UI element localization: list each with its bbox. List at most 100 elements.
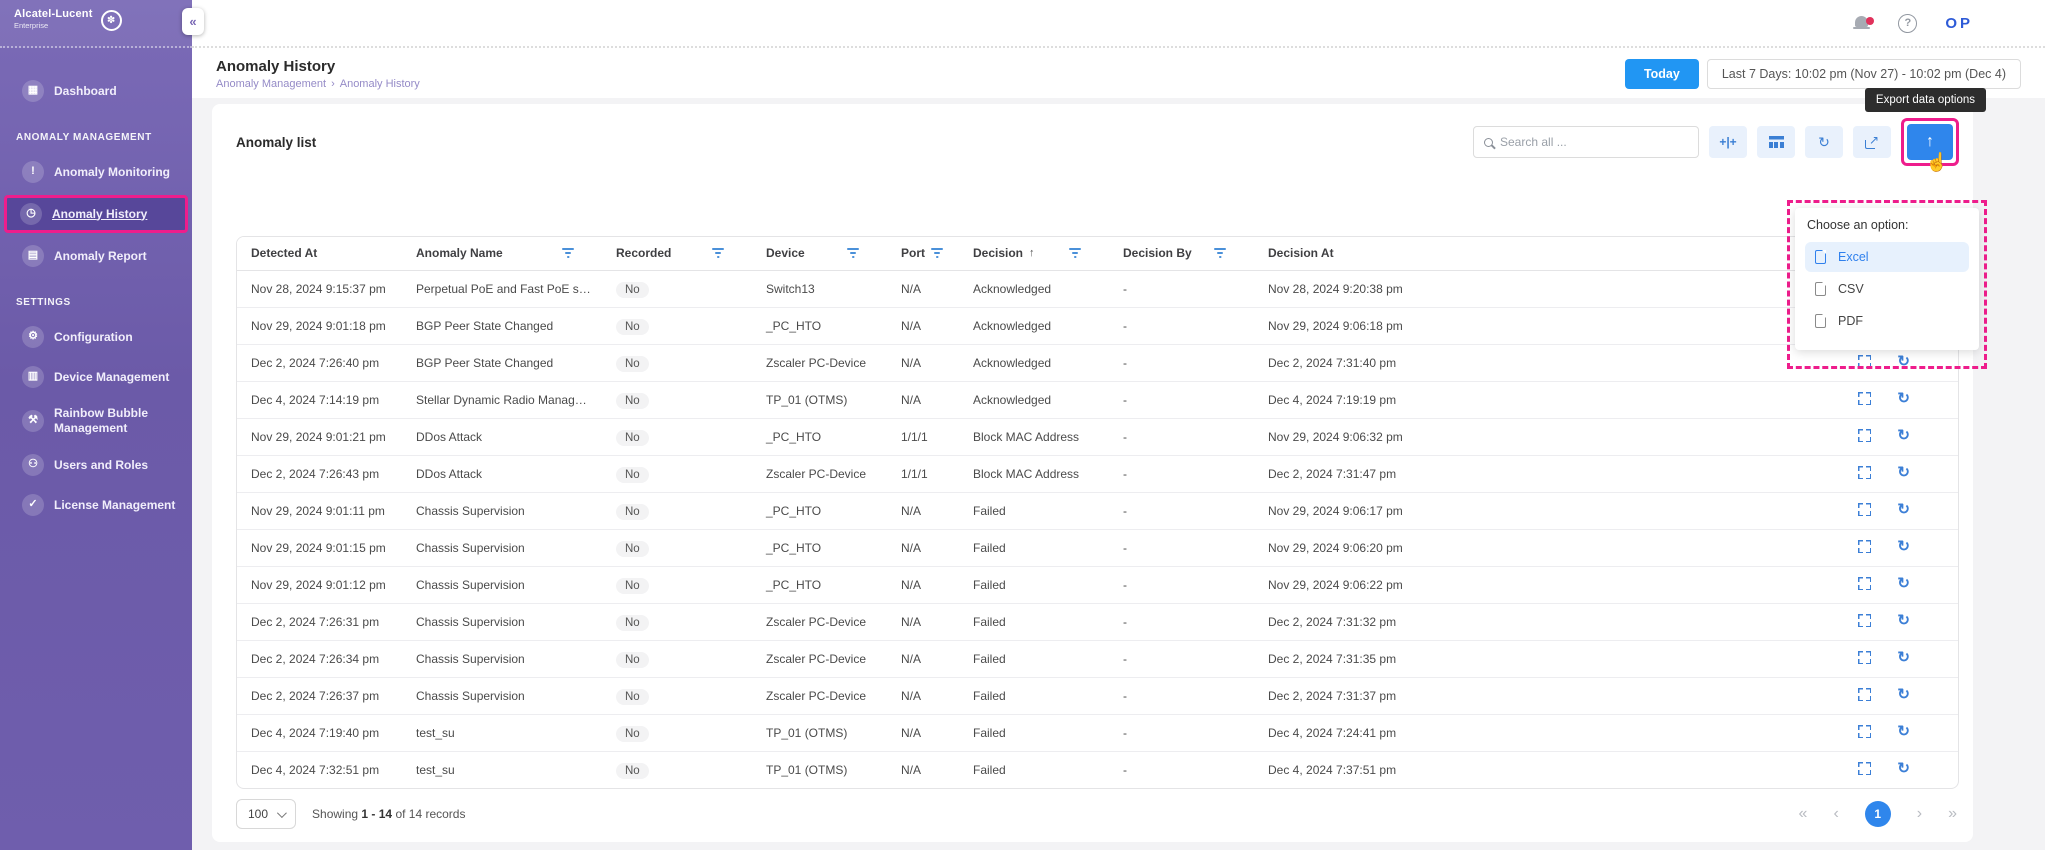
chevron-down-icon	[276, 807, 287, 818]
cell-recorded: No	[602, 529, 752, 567]
open-fullscreen-button[interactable]	[1853, 126, 1891, 158]
sidebar-item[interactable]: ✓ License Management	[6, 486, 186, 524]
expand-row-icon[interactable]	[1858, 688, 1872, 701]
cell-recorded: No	[602, 381, 752, 419]
sidebar-item[interactable]: ▥ Device Management	[6, 358, 186, 396]
sidebar-item[interactable]: ⚇ Users and Roles	[6, 446, 186, 484]
sidebar-item-label: Configuration	[54, 329, 133, 344]
fit-columns-button[interactable]: +|+	[1709, 126, 1747, 158]
recorded-badge: No	[616, 651, 649, 668]
export-dropdown-highlight: Choose an option: Excel CSV PDF	[1787, 200, 1987, 369]
replay-row-icon[interactable]: ↻	[1897, 724, 1910, 739]
recorded-badge: No	[616, 725, 649, 742]
filter-icon[interactable]	[712, 248, 724, 259]
pdf-file-icon	[1815, 314, 1826, 328]
expand-row-icon[interactable]	[1858, 540, 1872, 553]
cell-device: _PC_HTO	[752, 418, 887, 456]
sidebar-item[interactable]: ⚒ Rainbow Bubble Management	[6, 398, 186, 444]
cell-port: N/A	[887, 381, 959, 419]
sidebar-collapse-button[interactable]: «	[182, 8, 204, 35]
replay-row-icon[interactable]: ↻	[1897, 502, 1910, 517]
search-icon	[1484, 137, 1493, 147]
today-button[interactable]: Today	[1624, 59, 1699, 89]
cell-device: Zscaler PC-Device	[752, 344, 887, 382]
replay-row-icon[interactable]: ↻	[1897, 687, 1910, 702]
search-input[interactable]	[1500, 135, 1688, 149]
filter-icon[interactable]	[847, 248, 859, 259]
column-header[interactable]: Decision At ↑	[1254, 237, 1504, 271]
cell-actions: ↻	[1504, 640, 1958, 678]
cell-recorded: No	[602, 344, 752, 382]
cell-detected-at: Dec 4, 2024 7:32:51 pm	[251, 762, 380, 777]
expand-row-icon[interactable]	[1858, 429, 1872, 442]
export-dropdown: Choose an option: Excel CSV PDF	[1795, 208, 1979, 350]
export-option[interactable]: CSV	[1805, 274, 1969, 304]
cell-decision: Block MAC Address	[959, 418, 1109, 456]
cell-recorded: No	[602, 640, 752, 678]
expand-row-icon[interactable]	[1858, 392, 1872, 405]
expand-row-icon[interactable]	[1858, 577, 1872, 590]
refresh-button[interactable]: ↻	[1805, 126, 1843, 158]
replay-row-icon[interactable]: ↻	[1897, 613, 1910, 628]
user-avatar[interactable]: OP	[1945, 15, 1973, 32]
sidebar-item[interactable]: ⚙ Configuration	[6, 318, 186, 356]
sidebar-item[interactable]: ◷ Anomaly History	[4, 195, 188, 233]
filter-icon[interactable]	[1214, 248, 1226, 259]
help-icon[interactable]: ?	[1898, 13, 1918, 33]
replay-row-icon[interactable]: ↻	[1897, 465, 1910, 480]
sidebar-item-label: Anomaly Report	[54, 248, 147, 263]
last-page-button[interactable]: »	[1948, 805, 1957, 823]
export-tooltip: Export data options	[1864, 88, 1986, 112]
page-size-select[interactable]: 100	[236, 799, 297, 829]
filter-icon[interactable]	[931, 248, 943, 259]
column-header[interactable]: Decision ↑	[959, 237, 1109, 271]
expand-row-icon[interactable]	[1858, 725, 1872, 738]
expand-row-icon[interactable]	[1858, 614, 1872, 627]
column-header[interactable]: Port ↑	[887, 237, 959, 271]
column-settings-button[interactable]	[1757, 126, 1795, 158]
logo-sub: Enterprise	[14, 21, 49, 30]
date-range-picker[interactable]: Last 7 Days: 10:02 pm (Nov 27) - 10:02 p…	[1706, 59, 2021, 89]
cell-decision: Failed	[959, 677, 1109, 715]
column-header[interactable]: Decision By ↑	[1109, 237, 1254, 271]
column-header[interactable]: Device ↑	[752, 237, 887, 271]
replay-row-icon[interactable]: ↻	[1897, 539, 1910, 554]
current-page-button[interactable]: 1	[1864, 801, 1891, 827]
replay-row-icon[interactable]: ↻	[1897, 428, 1910, 443]
replay-row-icon[interactable]: ↻	[1897, 576, 1910, 591]
cursor-hand-icon: ☝	[1925, 152, 1948, 172]
export-option[interactable]: PDF	[1805, 306, 1969, 336]
sidebar-item[interactable]: ! Anomaly Monitoring	[6, 153, 186, 191]
export-option[interactable]: Excel	[1805, 242, 1969, 272]
cell-decision-at: Nov 29, 2024 9:06:18 pm	[1254, 307, 1504, 345]
column-header[interactable]: Anomaly Name ↑	[402, 237, 602, 271]
replay-row-icon[interactable]: ↻	[1897, 391, 1910, 406]
replay-row-icon[interactable]: ↻	[1897, 650, 1910, 665]
table-row: Dec 4, 2024 7:19:40 pm test_su No TP_01 …	[237, 714, 1958, 752]
column-label: Port	[901, 246, 925, 261]
cell-decision-by: -	[1123, 762, 1127, 777]
cell-decision-at: Dec 4, 2024 7:24:41 pm	[1254, 714, 1504, 752]
cell-port: 1/1/1	[887, 455, 959, 493]
column-header[interactable]: Recorded ↑	[602, 237, 752, 271]
expand-row-icon[interactable]	[1858, 651, 1872, 664]
replay-row-icon[interactable]: ↻	[1897, 761, 1910, 776]
export-dropdown-title: Choose an option:	[1807, 218, 1909, 232]
filter-icon[interactable]	[562, 248, 574, 259]
cell-port: N/A	[887, 270, 959, 308]
expand-row-icon[interactable]	[1858, 503, 1872, 516]
sidebar: Alcatel-Lucent Enterprise ✽ ▦ Dashboard …	[0, 0, 192, 850]
filter-icon[interactable]	[1069, 248, 1081, 259]
expand-row-icon[interactable]	[1858, 762, 1872, 776]
prev-page-button[interactable]: ‹	[1833, 805, 1838, 823]
expand-row-icon[interactable]	[1858, 466, 1872, 479]
first-page-button[interactable]: «	[1799, 805, 1808, 823]
breadcrumb-parent[interactable]: Anomaly Management	[216, 78, 326, 90]
column-header[interactable]: Detected At ↑	[237, 237, 402, 271]
cell-decision-at: Dec 2, 2024 7:31:40 pm	[1254, 344, 1504, 382]
app-window: Alcatel-Lucent Enterprise ✽ ▦ Dashboard …	[0, 0, 2045, 850]
notifications-bell-icon[interactable]	[1853, 16, 1875, 30]
sidebar-item[interactable]: ▤ Anomaly Report	[6, 237, 186, 275]
sidebar-item-dashboard[interactable]: ▦ Dashboard	[6, 72, 186, 110]
next-page-button[interactable]: ›	[1917, 805, 1922, 823]
